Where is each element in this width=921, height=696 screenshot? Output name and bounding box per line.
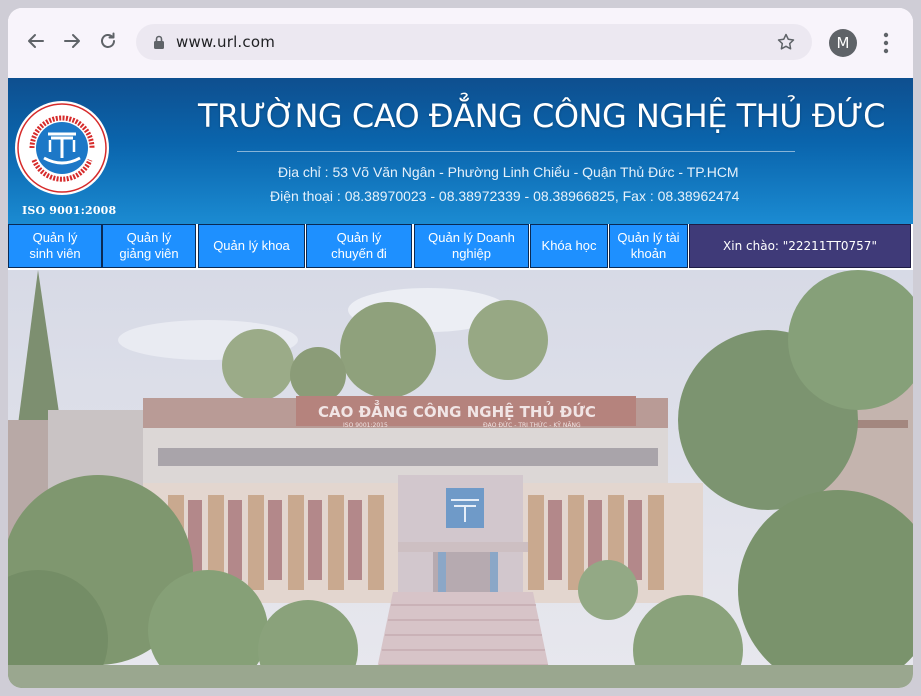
greeting-badge: Xin chào: "22211TT0757" [689, 224, 911, 268]
nav-quan-ly-sinh-vien[interactable]: Quản lý sinh viên [8, 224, 102, 268]
sign-motto-text: ĐẠO ĐỨC - TRI THỨC - KỸ NĂNG [483, 422, 581, 429]
address-text: Địa chỉ : 53 Võ Văn Ngân - Phường Linh C… [278, 164, 739, 180]
address-bar[interactable]: www.url.com [136, 24, 812, 60]
forward-button[interactable] [59, 28, 85, 54]
arrow-right-icon [64, 34, 80, 48]
main-nav: Quản lý sinh viên Quản lý giảng viên Quản … [8, 224, 913, 270]
browser-window: www.url.com M ISO 9001:2008 TRƯỜNG CAO Đ… [8, 8, 913, 688]
lock-icon [154, 35, 164, 49]
nav-label: Quản lý [336, 230, 382, 245]
nav-label: chuyến đi [331, 246, 387, 261]
sign-iso-text: ISO 9001:2015 [343, 422, 388, 429]
nav-khoa-hoc[interactable]: Khóa học [530, 224, 608, 268]
more-vert-icon[interactable] [876, 30, 896, 56]
nav-quan-ly-tai-khoan[interactable]: Quản lý tài khoản [609, 224, 688, 268]
header-banner: ISO 9001:2008 TRƯỜNG CAO ĐẲNG CÔNG NGHỆ … [8, 78, 913, 224]
nav-quan-ly-khoa[interactable]: Quản lý khoa [198, 224, 305, 268]
school-title: TRƯỜNG CAO ĐẲNG CÔNG NGHỆ THỦ ĐỨC [198, 97, 885, 135]
campus-photo: CAO ĐẲNG CÔNG NGHỆ THỦ ĐỨC ISO 9001:2015… [8, 270, 913, 688]
nav-quan-ly-doanh-nghiep[interactable]: Quản lý Doanh nghiệp [414, 224, 529, 268]
bookmark-star-icon[interactable] [776, 32, 796, 52]
iso-label: ISO 9001:2008 [22, 204, 117, 217]
title-divider [237, 151, 795, 152]
back-button[interactable] [23, 28, 49, 54]
nav-label: Quản lý Doanh [428, 230, 515, 245]
nav-label: Quản lý [32, 230, 78, 245]
nav-label: sinh viên [29, 246, 81, 261]
nav-quan-ly-chuyen-di[interactable]: Quản lý chuyến đi [306, 224, 412, 268]
reload-icon [101, 32, 115, 48]
campus-illustration: CAO ĐẲNG CÔNG NGHỆ THỦ ĐỨC ISO 9001:2015… [8, 270, 913, 688]
url-text: www.url.com [176, 33, 276, 51]
profile-avatar[interactable]: M [829, 29, 857, 57]
nav-label: nghiệp [451, 246, 492, 261]
nav-label: Quản lý [126, 230, 172, 245]
web-page: ISO 9001:2008 TRƯỜNG CAO ĐẲNG CÔNG NGHỆ … [8, 78, 913, 688]
building-sign-text: CAO ĐẲNG CÔNG NGHỆ THỦ ĐỨC [318, 399, 596, 421]
nav-label: giảng viên [119, 246, 179, 261]
browser-toolbar: www.url.com M [8, 8, 913, 78]
nav-label: Quản lý khoa [213, 238, 290, 253]
school-logo [15, 101, 109, 195]
nav-quan-ly-giang-vien[interactable]: Quản lý giảng viên [102, 224, 196, 268]
arrow-left-icon [28, 34, 44, 48]
nav-label: Khóa học [541, 238, 597, 253]
nav-label: Quản lý tài [617, 230, 680, 245]
phone-text: Điện thoại : 08.38970023 - 08.38972339 -… [270, 188, 740, 204]
nav-label: khoản [630, 246, 667, 261]
reload-button[interactable] [95, 28, 121, 54]
